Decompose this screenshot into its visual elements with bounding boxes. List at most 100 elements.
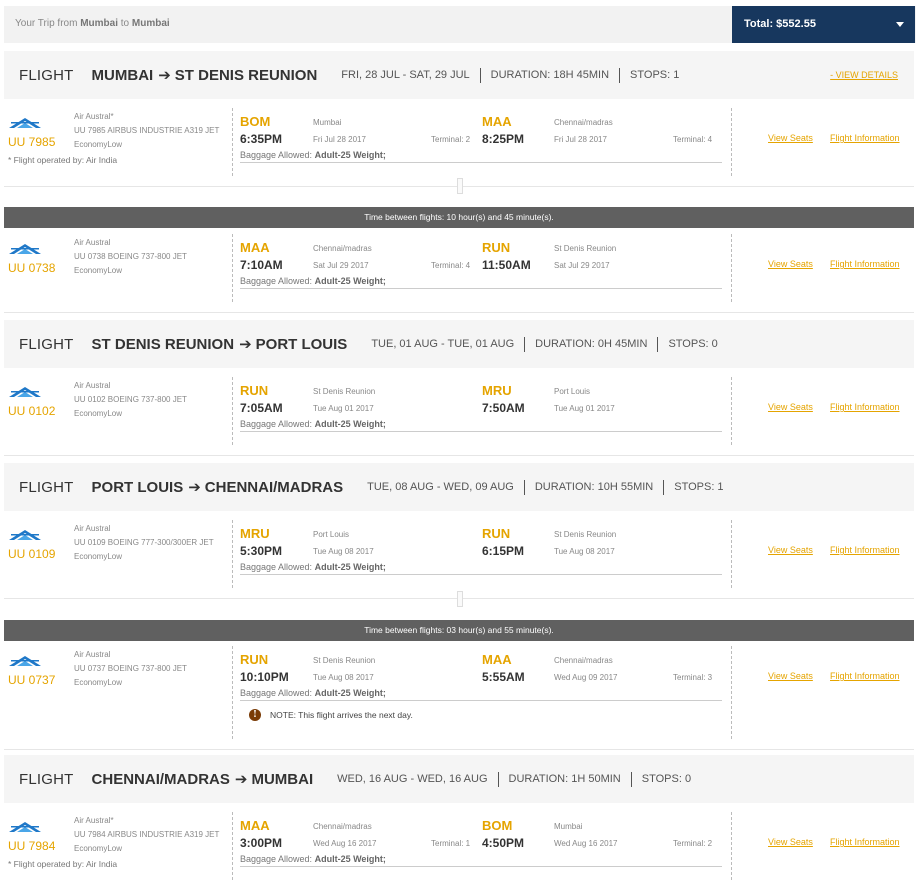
view-seats-link[interactable]: View Seats [768, 133, 813, 143]
flight-number: UU 7984 [8, 839, 56, 853]
arrival-code: MAA [482, 114, 512, 129]
flight-information-link[interactable]: Flight Information [830, 545, 900, 555]
arrival-date: Wed Aug 09 2017 [554, 673, 618, 682]
divider [731, 520, 732, 588]
divider [657, 336, 659, 352]
cabin-class: EconomyLow [74, 552, 123, 561]
departure-code: MRU [240, 526, 270, 541]
baggage-value: Adult-25 Weight; [314, 854, 386, 864]
flight-label: FLIGHT [19, 335, 74, 353]
view-seats-link[interactable]: View Seats [768, 402, 813, 412]
route-origin: MUMBAI [91, 66, 154, 84]
next-day-note: ! NOTE: This flight arrives the next day. [249, 709, 413, 721]
departure-code: MAA [240, 240, 270, 255]
segment-connector [457, 591, 463, 607]
departure-time: 3:00PM [240, 836, 283, 850]
trip-to-word: to [120, 18, 130, 29]
arrival-city: Mumbai [554, 822, 583, 831]
arrival-code: RUN [482, 526, 511, 541]
trip-destination: Mumbai [131, 18, 170, 29]
divider [232, 108, 233, 176]
arrival-terminal: Terminal: 4 [673, 135, 713, 144]
arrival-time: 8:25PM [482, 132, 525, 146]
departure-time: 6:35PM [240, 132, 283, 146]
arrival-time: 4:50PM [482, 836, 525, 850]
arrival-time: 5:55AM [482, 670, 525, 684]
flight-duration: DURATION: 1H 50MIN [508, 773, 621, 785]
total-price-dropdown[interactable]: Total: $552.55 [732, 6, 915, 43]
airline-info: Air Austral UU 0102 BOEING 737-800 JET Eco… [74, 379, 234, 421]
flight-information-link[interactable]: Flight Information [830, 837, 900, 847]
baggage-label: Baggage Allowed: [240, 276, 313, 286]
equipment: UU 0102 BOEING 737-800 JET [74, 395, 187, 404]
departure-date: Tue Aug 01 2017 [313, 404, 374, 413]
trip-summary: Your Trip from Mumbai to Mumbai [15, 18, 170, 29]
flight-header: FLIGHT MUMBAI ➔ ST DENIS REUNION FRI, 28 JUL… [4, 51, 914, 99]
departure-time: 5:30PM [240, 544, 283, 558]
flight-dates: TUE, 01 AUG - TUE, 01 AUG [371, 338, 515, 350]
trip-prefix: Your Trip from [15, 18, 78, 29]
flight-number: UU 0738 [8, 261, 56, 275]
flight-label: FLIGHT [19, 770, 74, 788]
flight-information-link[interactable]: Flight Information [830, 133, 900, 143]
flight-segment: UU 0109 Air Austral UU 0109 BOEING 777-300… [4, 514, 914, 599]
route-destination: CHENNAI/MADRAS [204, 478, 344, 496]
baggage-allowance: Baggage Allowed: Adult-25 Weight; [240, 419, 722, 432]
divider [630, 771, 632, 787]
layover-bar: Time between flights: 10 hour(s) and 45 … [4, 207, 914, 228]
flight-label: FLIGHT [19, 66, 74, 84]
flight-stops: STOPS: 0 [641, 773, 692, 785]
flight-information-link[interactable]: Flight Information [830, 259, 900, 269]
operated-by: * Flight operated by: Air India [8, 155, 118, 165]
flight-information-link[interactable]: Flight Information [830, 671, 900, 681]
departure-date: Wed Aug 16 2017 [313, 839, 377, 848]
segment-bottom-border [4, 749, 914, 750]
view-details-link[interactable]: - VIEW DETAILS [830, 70, 898, 80]
view-seats-link[interactable]: View Seats [768, 545, 813, 555]
air-austral-logo-icon [8, 385, 42, 397]
arrival-date: Sat Jul 29 2017 [554, 261, 610, 270]
view-seats-link[interactable]: View Seats [768, 671, 813, 681]
flight-route: ST DENIS REUNION ➔ PORT LOUIS [92, 335, 348, 354]
departure-date: Fri Jul 28 2017 [313, 135, 366, 144]
departure-time: 10:10PM [240, 670, 289, 684]
flight-duration: DURATION: 0H 45MIN [535, 338, 648, 350]
flight-route: CHENNAI/MADRAS ➔ MUMBAI [91, 770, 314, 789]
cabin-class: EconomyLow [74, 678, 123, 687]
departure-code: BOM [240, 114, 271, 129]
arrival-date: Wed Aug 16 2017 [554, 839, 618, 848]
airline-name: Air Austral* [74, 112, 114, 121]
airline-name: Air Austral [74, 524, 111, 533]
departure-code: RUN [240, 383, 269, 398]
divider [731, 812, 732, 880]
airline-info: Air Austral UU 0109 BOEING 777-300/300ER … [74, 522, 234, 564]
route-origin: CHENNAI/MADRAS [91, 770, 230, 788]
departure-date: Tue Aug 08 2017 [313, 673, 374, 682]
route-destination: PORT LOUIS [255, 335, 348, 353]
flight-dates: WED, 16 AUG - WED, 16 AUG [337, 773, 488, 785]
divider [497, 771, 499, 787]
flight-segment: UU 0102 Air Austral UU 0102 BOEING 737-800… [4, 371, 914, 456]
departure-date: Tue Aug 08 2017 [313, 547, 374, 556]
baggage-label: Baggage Allowed: [240, 562, 313, 572]
flight-segment: UU 0738 Air Austral UU 0738 BOEING 737-800… [4, 228, 914, 313]
divider [524, 336, 526, 352]
flight-label: FLIGHT [19, 478, 74, 496]
departure-city: Chennai/madras [313, 822, 372, 831]
flight-information-link[interactable]: Flight Information [830, 402, 900, 412]
trip-origin: Mumbai [80, 18, 118, 29]
view-seats-link[interactable]: View Seats [768, 837, 813, 847]
airline-info: Air Austral* UU 7984 AIRBUS INDUSTRIE A31… [74, 814, 234, 856]
route-origin: PORT LOUIS [91, 478, 184, 496]
route-destination: MUMBAI [251, 770, 314, 788]
divider [731, 108, 732, 176]
flight-duration: DURATION: 18H 45MIN [490, 69, 610, 81]
departure-city: Port Louis [313, 530, 350, 539]
airline-name: Air Austral* [74, 816, 114, 825]
divider [731, 234, 732, 302]
cabin-class: EconomyLow [74, 140, 123, 149]
view-seats-link[interactable]: View Seats [768, 259, 813, 269]
operated-by: * Flight operated by: Air India [8, 859, 118, 869]
segment-connector [457, 178, 463, 194]
arrow-right-icon: ➔ [188, 479, 201, 496]
